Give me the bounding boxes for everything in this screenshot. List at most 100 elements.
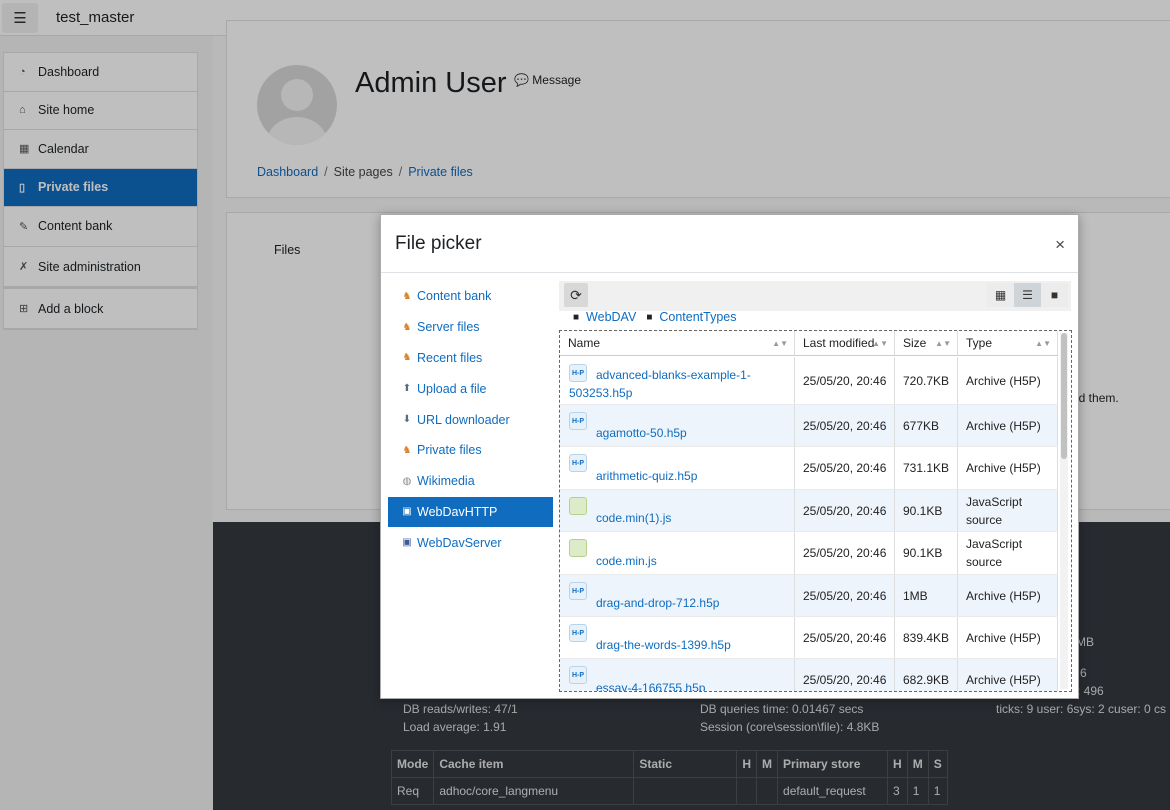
- repo-label: URL downloader: [417, 412, 510, 427]
- file-name-cell[interactable]: H-P arithmetic-quiz.h5p: [560, 447, 795, 489]
- col-name[interactable]: Name ▲▼: [560, 331, 795, 355]
- repo-icon: ♞: [402, 444, 412, 456]
- file-type: Archive (H5P): [958, 405, 1058, 446]
- file-modified: 25/05/20, 20:46: [795, 575, 895, 616]
- file-name[interactable]: advanced-blanks-example-1-503253.h5p: [569, 366, 779, 402]
- repo-upload-a-file[interactable]: ⬆ Upload a file: [388, 373, 553, 404]
- file-name-cell[interactable]: code.min.js: [560, 532, 795, 574]
- close-icon[interactable]: ×: [1055, 235, 1065, 255]
- file-name[interactable]: arithmetic-quiz.h5p: [596, 467, 697, 485]
- repo-webdavserver[interactable]: ▣ WebDavServer: [388, 527, 553, 558]
- file-name[interactable]: agamotto-50.h5p: [596, 424, 687, 442]
- file-row[interactable]: H-P advanced-blanks-example-1-503253.h5p 2…: [560, 357, 1058, 405]
- file-list: Name ▲▼ Last modified ▲▼ Size ▲▼ Type ▲▼ H-P…: [559, 330, 1072, 692]
- file-row[interactable]: code.min(1).js 25/05/20, 20:46 90.1KB JavaS…: [560, 490, 1058, 532]
- file-type: JavaScript source: [958, 532, 1058, 574]
- file-modified: 25/05/20, 20:46: [795, 447, 895, 489]
- file-size: 1MB: [895, 575, 958, 616]
- file-modified: 25/05/20, 20:46: [795, 659, 895, 691]
- file-name-cell[interactable]: H-P drag-the-words-1399.h5p: [560, 617, 795, 658]
- file-row[interactable]: H-P agamotto-50.h5p 25/05/20, 20:46 677KB Ar…: [560, 405, 1058, 447]
- file-name-cell[interactable]: H-P advanced-blanks-example-1-503253.h5p: [560, 357, 795, 404]
- file-size: 90.1KB: [895, 532, 958, 574]
- repo-icon: ♞: [402, 290, 412, 302]
- file-modified: 25/05/20, 20:46: [795, 532, 895, 574]
- repo-label: WebDavServer: [417, 535, 502, 550]
- scroll-thumb[interactable]: [1061, 333, 1067, 459]
- file-type: Archive (H5P): [958, 617, 1058, 658]
- col-label: Size: [903, 336, 927, 350]
- col-label: Type: [966, 336, 993, 350]
- file-name-cell[interactable]: H-P essay-4-166755.h5p: [560, 659, 795, 691]
- scrollbar[interactable]: [1060, 333, 1068, 689]
- h5p-file-icon: H-P: [569, 582, 587, 600]
- file-size: 90.1KB: [895, 490, 958, 531]
- repo-label: Private files: [417, 443, 482, 458]
- file-row[interactable]: H-P essay-4-166755.h5p 25/05/20, 20:46 682.…: [560, 659, 1058, 691]
- path-contenttypes[interactable]: ContentTypes: [659, 310, 736, 324]
- dialog-title: File picker: [395, 232, 482, 254]
- repo-icon: ♞: [402, 321, 412, 333]
- js-file-icon: [569, 497, 587, 515]
- file-name-cell[interactable]: code.min(1).js: [560, 490, 795, 531]
- file-name[interactable]: essay-4-166755.h5p: [596, 679, 705, 691]
- file-picker-toolbar: ⟳ ▦ ☰ ■: [559, 281, 1071, 311]
- webdav-icon: ▣: [402, 537, 412, 549]
- sort-icon: ▲▼: [935, 338, 951, 348]
- repo-label: Recent files: [417, 350, 483, 365]
- webdav-icon: ▣: [402, 506, 412, 518]
- file-name[interactable]: code.min(1).js: [596, 509, 671, 527]
- file-type: JavaScript source: [958, 490, 1058, 531]
- file-name[interactable]: drag-the-words-1399.h5p: [596, 636, 731, 654]
- repo-private-files[interactable]: ♞ Private files: [388, 435, 553, 466]
- file-row[interactable]: code.min.js 25/05/20, 20:46 90.1KB JavaScri…: [560, 532, 1058, 575]
- file-type: Archive (H5P): [958, 659, 1058, 691]
- file-row[interactable]: H-P arithmetic-quiz.h5p 25/05/20, 20:46 731…: [560, 447, 1058, 490]
- file-size: 839.4KB: [895, 617, 958, 658]
- file-size: 720.7KB: [895, 357, 958, 404]
- refresh-icon[interactable]: ⟳: [564, 283, 588, 307]
- folder-icon: ■: [573, 311, 580, 323]
- file-size: 731.1KB: [895, 447, 958, 489]
- col-type[interactable]: Type ▲▼: [958, 331, 1058, 355]
- file-name-cell[interactable]: H-P drag-and-drop-712.h5p: [560, 575, 795, 616]
- repo-url-downloader[interactable]: ⬇ URL downloader: [388, 404, 553, 435]
- repo-label: Content bank: [417, 289, 492, 304]
- repo-label: Server files: [417, 320, 480, 335]
- repo-server-files[interactable]: ♞ Server files: [388, 312, 553, 343]
- file-type: Archive (H5P): [958, 447, 1058, 489]
- col-label: Last modified: [803, 336, 875, 350]
- repo-label: Wikimedia: [417, 474, 475, 489]
- repo-wikimedia[interactable]: ◍ Wikimedia: [388, 466, 553, 497]
- file-name[interactable]: drag-and-drop-712.h5p: [596, 594, 719, 612]
- view-icons-icon[interactable]: ▦: [987, 283, 1014, 307]
- url-icon: ⬇: [402, 414, 412, 426]
- col-size[interactable]: Size ▲▼: [895, 331, 958, 355]
- repo-webdavhttp[interactable]: ▣ WebDavHTTP: [388, 496, 553, 528]
- file-row[interactable]: H-P drag-the-words-1399.h5p 25/05/20, 20:4…: [560, 617, 1058, 659]
- repo-content-bank[interactable]: ♞ Content bank: [388, 281, 553, 312]
- path-webdav[interactable]: WebDAV: [586, 310, 636, 324]
- repo-label: Upload a file: [417, 381, 487, 396]
- repo-recent-files[interactable]: ♞ Recent files: [388, 343, 553, 374]
- file-type: Archive (H5P): [958, 575, 1058, 616]
- file-modified: 25/05/20, 20:46: [795, 405, 895, 446]
- upload-icon: ⬆: [402, 383, 412, 395]
- file-modified: 25/05/20, 20:46: [795, 490, 895, 531]
- repository-list: ♞ Content bank ♞ Server files ♞ Recent file…: [388, 281, 553, 558]
- h5p-file-icon: H-P: [569, 666, 587, 684]
- view-list-icon[interactable]: ☰: [1014, 283, 1041, 307]
- file-row[interactable]: H-P drag-and-drop-712.h5p 25/05/20, 20:46 1…: [560, 575, 1058, 617]
- sort-icon: ▲▼: [872, 338, 888, 348]
- file-modified: 25/05/20, 20:46: [795, 357, 895, 404]
- h5p-file-icon: H-P: [569, 412, 587, 430]
- folder-icon: ■: [646, 311, 653, 323]
- file-type: Archive (H5P): [958, 357, 1058, 404]
- view-tree-icon[interactable]: ■: [1041, 283, 1068, 307]
- col-label: Name: [568, 336, 601, 350]
- wikimedia-icon: ◍: [402, 475, 412, 487]
- file-name-cell[interactable]: H-P agamotto-50.h5p: [560, 405, 795, 446]
- file-name[interactable]: code.min.js: [596, 552, 657, 570]
- col-last-modified[interactable]: Last modified ▲▼: [795, 331, 895, 355]
- view-switcher: ▦ ☰ ■: [987, 283, 1068, 307]
